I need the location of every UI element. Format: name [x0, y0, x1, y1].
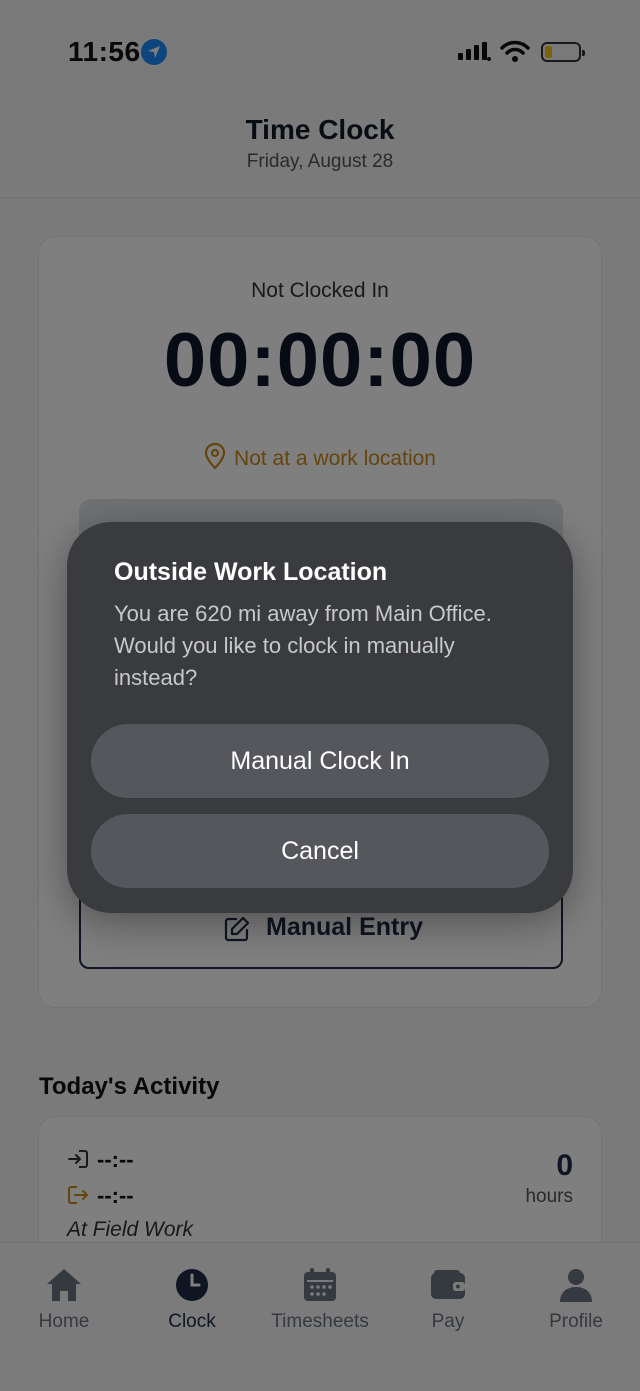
- cancel-button[interactable]: Cancel: [91, 814, 549, 888]
- alert-message: You are 620 mi away from Main Office. Wo…: [114, 601, 492, 690]
- alert-title: Outside Work Location: [114, 558, 388, 586]
- outside-location-alert: Outside Work Location You are 620 mi awa…: [67, 522, 573, 913]
- app-screen: 11:56 Time Clock Friday, August 28 Not C…: [0, 0, 640, 1391]
- manual-clock-in-button[interactable]: Manual Clock In: [91, 724, 549, 798]
